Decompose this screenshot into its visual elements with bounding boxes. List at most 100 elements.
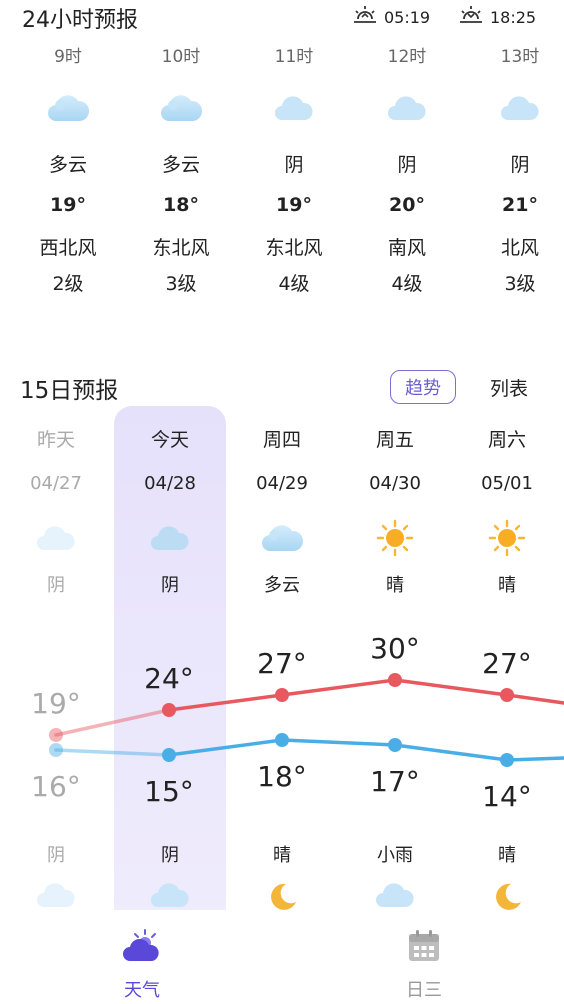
low-temp-point	[162, 748, 176, 762]
high-temp-point	[275, 688, 289, 702]
high-temp-line-segment	[393, 678, 509, 697]
hour-temperature: 18°	[163, 194, 199, 216]
day-condition: 阴	[161, 575, 179, 596]
day-condition: 多云	[264, 575, 300, 596]
hour-wind-level: 4级	[391, 273, 423, 295]
high-temp-point	[500, 688, 514, 702]
hourly-item: 9时 多云 19° 西北风 2级	[18, 44, 118, 302]
sunset-block: 18:25	[458, 4, 536, 30]
hour-time: 13时	[500, 47, 540, 67]
hourly-title: 24小时预报	[22, 8, 138, 33]
low-temp-point	[388, 738, 402, 752]
day-condition: 晴	[498, 575, 516, 596]
sunset-time: 18:25	[490, 7, 537, 27]
partly-cloudy-icon	[226, 510, 338, 566]
low-temp-label: 14°	[482, 780, 532, 813]
sunrise-time: 05:19	[384, 7, 431, 27]
hour-condition: 多云	[48, 154, 87, 176]
hour-temperature: 20°	[389, 194, 425, 216]
day-date: 04/27	[30, 473, 82, 494]
hour-wind-direction: 东北风	[265, 237, 323, 259]
hour-wind-direction: 东北风	[152, 237, 210, 259]
night-condition: 晴	[498, 845, 516, 866]
high-temp-label: 30°	[370, 632, 420, 665]
low-temp-line-segment	[393, 743, 509, 762]
sunrise-block: 05:19	[352, 4, 430, 30]
day-item[interactable]: 周六 05/01 晴	[451, 420, 563, 604]
day-item-today[interactable]: 今天 04/28 阴	[114, 420, 226, 604]
overcast-cloud-icon	[357, 78, 457, 138]
hourly-forecast-list[interactable]: 9时 多云 19° 西北风 2级 10时 多云 18° 东北风 3级 11时 阴…	[0, 44, 564, 304]
hour-time: 10时	[161, 47, 201, 67]
low-temp-line-segment	[280, 738, 397, 747]
daily-title: 15日预报	[20, 378, 119, 404]
day-item[interactable]: 周四 04/29 多云	[226, 420, 338, 604]
hour-condition: 阴	[510, 154, 530, 176]
high-temp-line-segment	[167, 693, 284, 712]
sun-icon	[339, 510, 451, 566]
nav-calendar-label: 日三	[406, 980, 442, 1001]
weather-tab-icon	[92, 926, 192, 966]
hourly-item: 12时 阴 20° 南风 4级	[357, 44, 457, 302]
hour-wind-level: 3级	[504, 273, 536, 295]
list-view-button[interactable]: 列表	[490, 370, 528, 404]
high-temp-line-segment	[280, 678, 397, 697]
low-temp-line-segment	[505, 756, 564, 762]
low-temp-label: 17°	[370, 765, 420, 798]
hour-temperature: 19°	[50, 194, 86, 216]
day-date: 04/30	[369, 473, 421, 494]
nav-weather-label: 天气	[124, 980, 160, 1001]
hour-wind-direction: 南风	[387, 237, 426, 259]
day-name: 周五	[375, 429, 414, 451]
overcast-cloud-icon	[244, 78, 344, 138]
low-temp-point	[275, 733, 289, 747]
low-temp-point	[49, 743, 63, 757]
low-temp-line-segment	[54, 748, 171, 757]
hour-wind-level: 4级	[278, 273, 310, 295]
night-condition: 阴	[161, 845, 179, 866]
hour-wind-level: 2级	[52, 273, 84, 295]
high-temp-label: 19°	[31, 687, 81, 720]
nav-tab-calendar[interactable]: 日三	[374, 926, 474, 1002]
overcast-cloud-icon	[470, 78, 564, 138]
day-condition: 晴	[386, 575, 404, 596]
low-temp-label: 16°	[31, 770, 81, 803]
day-item[interactable]: 周五 04/30 晴	[339, 420, 451, 604]
high-temp-label: 27°	[257, 647, 307, 680]
night-condition: 小雨	[377, 845, 413, 866]
high-temp-line-segment	[505, 693, 564, 705]
low-temp-line-segment	[167, 738, 284, 757]
hour-wind-direction: 西北风	[39, 237, 97, 259]
day-date: 04/28	[144, 473, 196, 494]
day-item-yesterday[interactable]: 昨天 04/27 阴	[0, 420, 112, 604]
nav-tab-weather[interactable]: 天气	[92, 926, 192, 1002]
partly-cloudy-icon	[18, 78, 118, 138]
high-temp-label: 27°	[482, 647, 532, 680]
hour-wind-direction: 北风	[500, 237, 539, 259]
sunset-icon	[458, 4, 484, 30]
hour-condition: 多云	[161, 154, 200, 176]
overcast-cloud-icon	[0, 510, 112, 566]
day-name: 今天	[150, 429, 189, 451]
hourly-item: 10时 多云 18° 东北风 3级	[131, 44, 231, 302]
trend-view-button[interactable]: 趋势	[390, 370, 456, 404]
night-condition: 晴	[273, 845, 291, 866]
day-condition: 阴	[47, 575, 65, 596]
day-name: 周六	[487, 429, 526, 451]
hour-wind-level: 3级	[165, 273, 197, 295]
overcast-cloud-icon	[114, 510, 226, 566]
hour-temperature: 21°	[502, 194, 538, 216]
sunrise-icon	[352, 4, 378, 30]
temperature-trend-chart: 19° 16° 24° 15° 27° 18° 30° 17° 27° 14°	[31, 632, 564, 813]
low-temp-label: 15°	[144, 775, 194, 808]
bottom-navigation: 天气 日三	[0, 910, 564, 1004]
day-name: 周四	[262, 429, 301, 451]
high-temp-point	[162, 703, 176, 717]
partly-cloudy-icon	[131, 78, 231, 138]
hourly-item: 13时 阴 21° 北风 3级	[470, 44, 564, 302]
hourly-header: 24小时预报 05:19 18:25	[0, 0, 564, 34]
hour-temperature: 19°	[276, 194, 312, 216]
hour-time: 9时	[54, 47, 82, 67]
low-temp-label: 18°	[257, 760, 307, 793]
day-date: 04/29	[256, 473, 308, 494]
